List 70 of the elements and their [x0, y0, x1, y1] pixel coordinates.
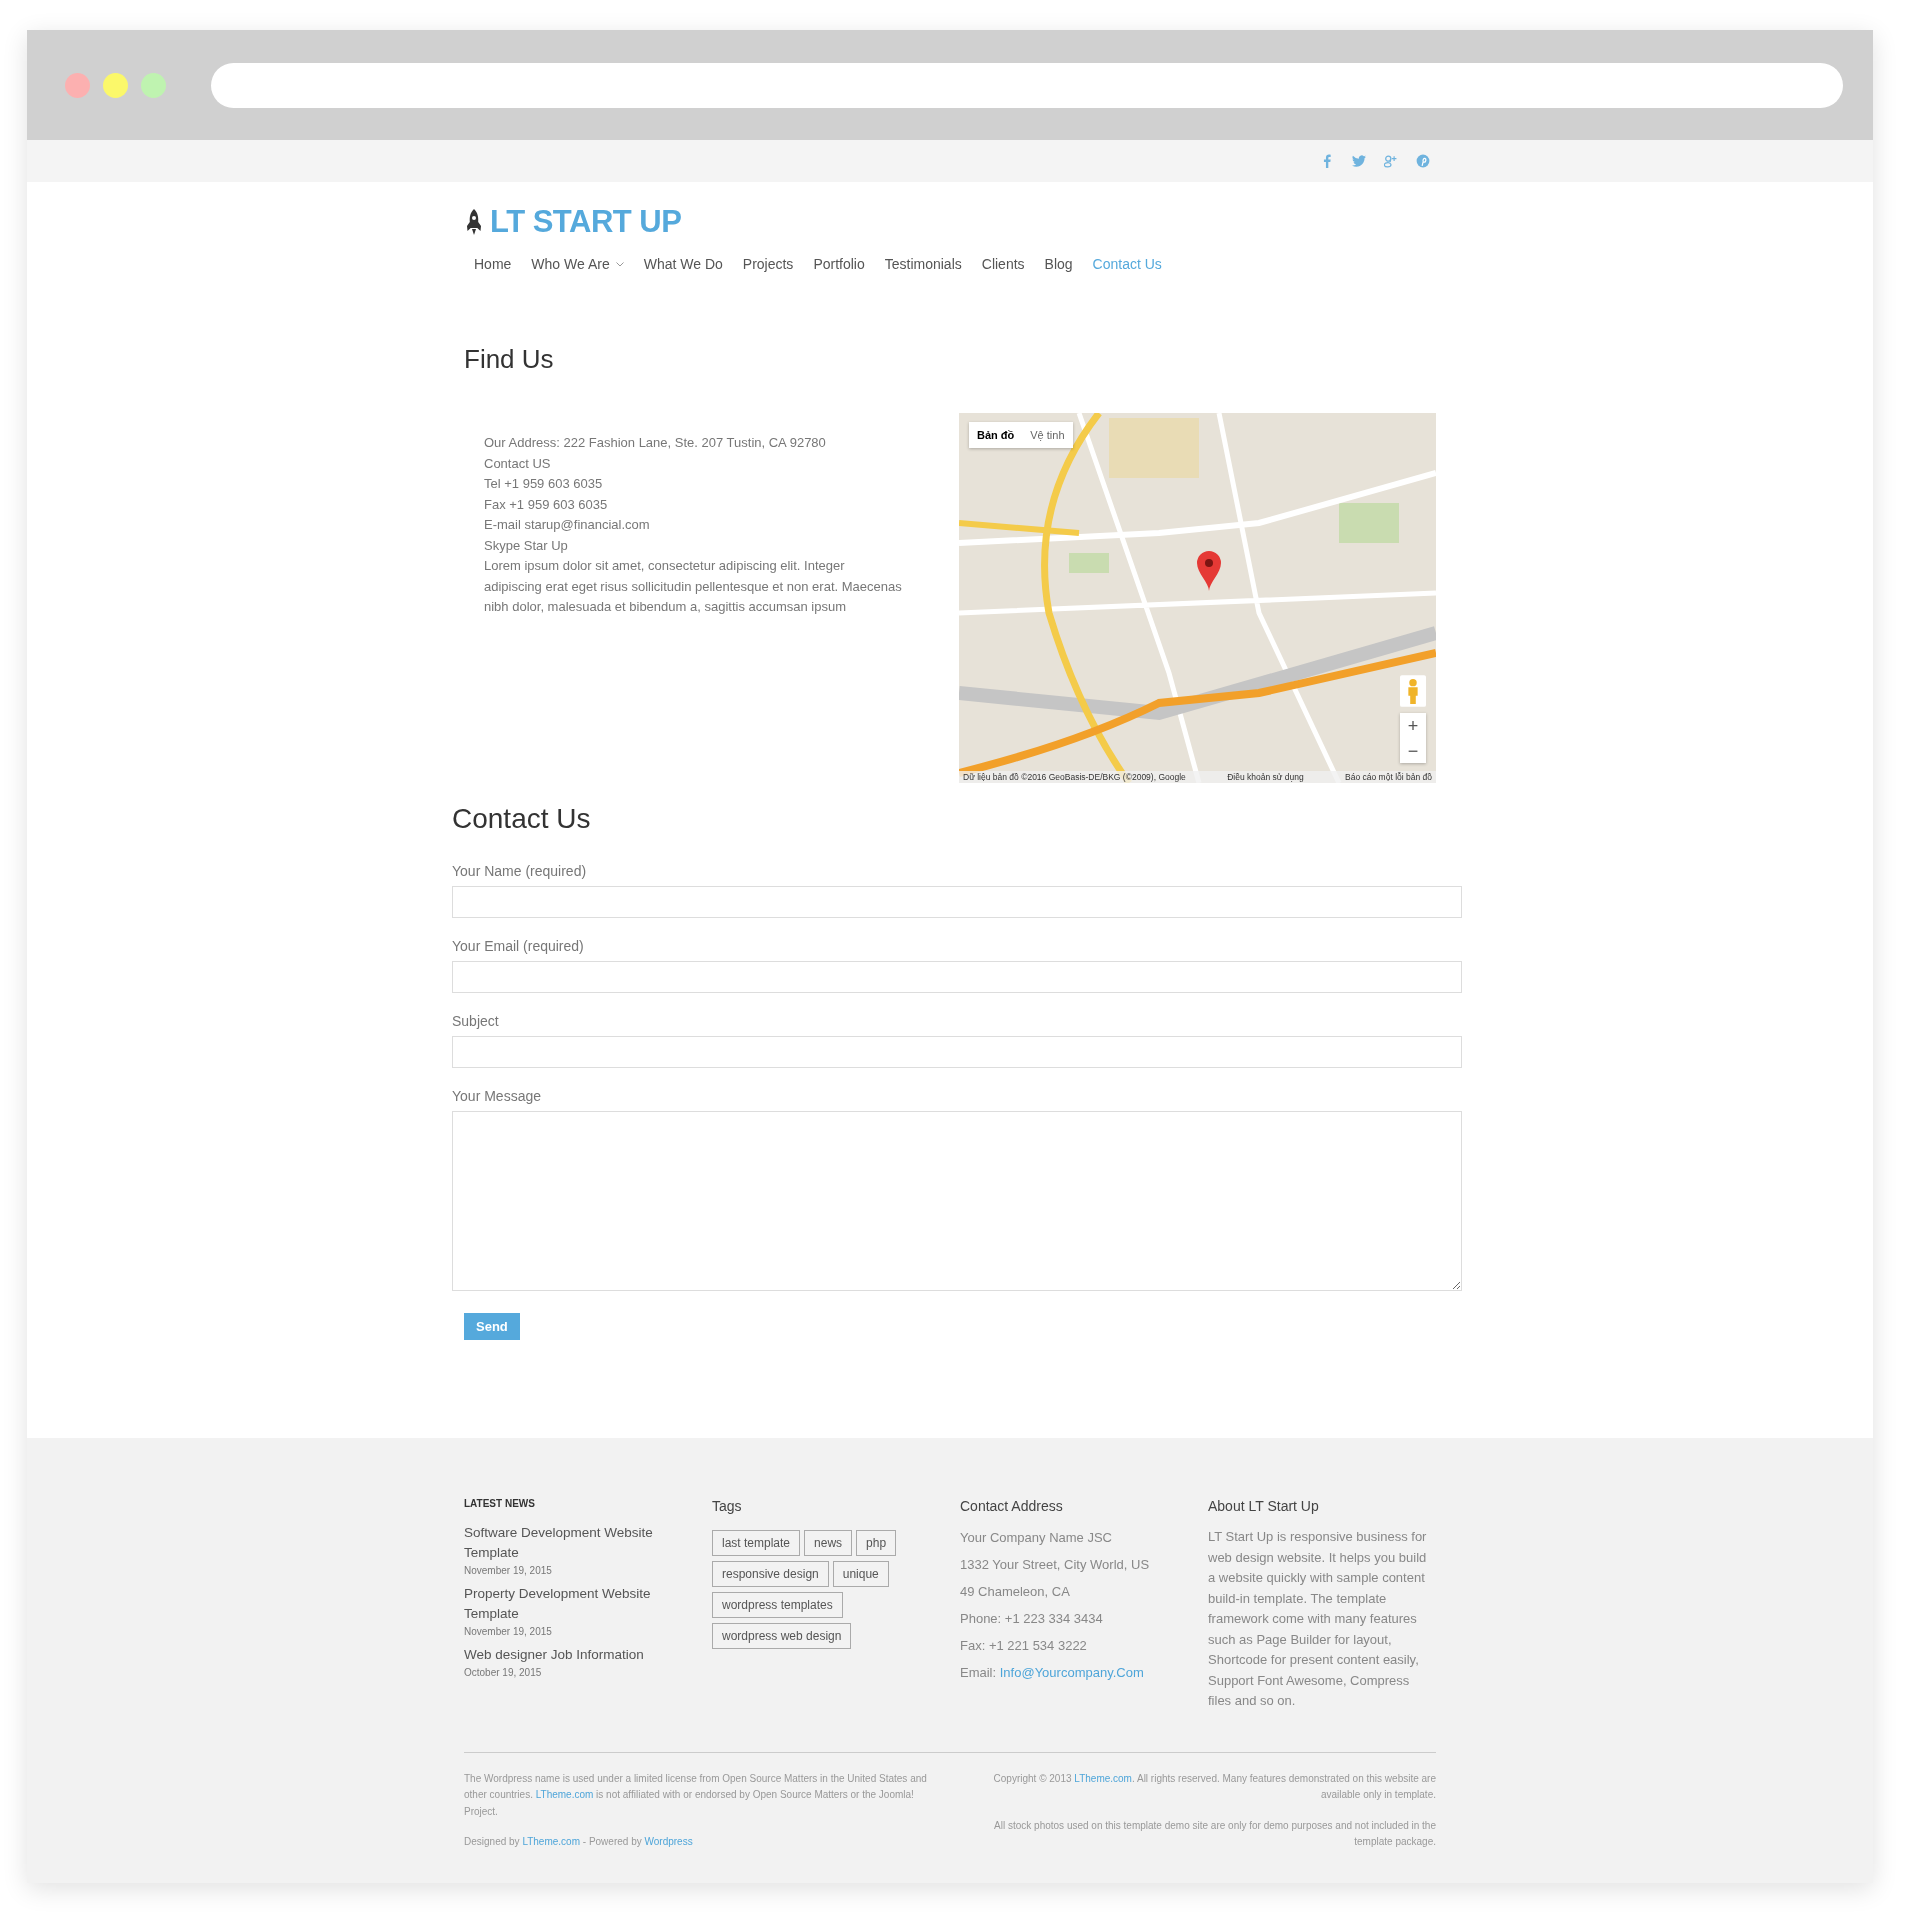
- nav-link[interactable]: Projects: [742, 256, 794, 272]
- maximize-window-button[interactable]: [141, 72, 166, 98]
- tag-link[interactable]: news: [804, 1530, 853, 1556]
- copyright-text: Copyright © 2013 LTheme.com. All rights reserved. Many features demonstrated on this website are available only in template.: [992, 1771, 1436, 1802]
- zoom-in-button[interactable]: +: [1400, 713, 1426, 738]
- address-line: Contact US: [484, 454, 552, 473]
- minimize-window-button[interactable]: [103, 72, 128, 98]
- caret-icon: [615, 261, 624, 267]
- field-label: Subject: [452, 1013, 500, 1029]
- column-heading: Contact Address: [960, 1498, 1064, 1514]
- field-label: Your Email (required): [452, 938, 585, 954]
- input-field[interactable]: [452, 1036, 1462, 1068]
- address-line: Tel +1 959 603 6035: [484, 475, 604, 493]
- tag-link[interactable]: unique: [832, 1561, 889, 1587]
- contact-line: Phone: +1 223 334 3434: [960, 1611, 1104, 1626]
- map-type-tab[interactable]: Vệ tinh: [1022, 422, 1073, 448]
- nav-link[interactable]: Blog: [1044, 256, 1073, 272]
- address-line: Our Address: 222 Fashion Lane, Ste. 207 Tustin, CA 92780: [484, 434, 827, 452]
- google-plus-icon[interactable]: [1384, 154, 1398, 168]
- section-title: Find Us: [464, 344, 555, 375]
- disclaimer-text: All stock photos used on this template demo site are only for demo purposes and not included in the template package.: [993, 1818, 1436, 1849]
- license-text: The Wordpress name is used under a limited license from Open Source Matters in the United States and other countries. LTheme.com is not affiliated with or endorsed by Open Source Matters or the Joomla! Project.: [464, 1771, 928, 1819]
- date-text: November 19, 2015: [464, 1565, 553, 1576]
- tag-link[interactable]: wordpress web design: [712, 1623, 852, 1649]
- tag-link[interactable]: php: [856, 1530, 897, 1556]
- about-text: LT Start Up is responsive business for web design website. It helps you build a website quickly with sample content build-in template. The template framework come with many features such as Page Builder for layout, Shortcode for present content easily, Support Font Awesome, Compress files and so on.: [1208, 1528, 1428, 1710]
- map-attribution-text: Điều khoản sử dụng: [1227, 772, 1304, 782]
- rocket-icon: [464, 209, 484, 235]
- email-label: Email:: [960, 1665, 997, 1680]
- article-link[interactable]: Software Development Website Template: [464, 1523, 692, 1563]
- contact-line: 49 Chameleon, CA: [960, 1584, 1071, 1599]
- nav-link[interactable]: Who We Are: [531, 256, 624, 272]
- section-title: Contact Us: [452, 803, 592, 835]
- credits-text: Designed by LTheme.com - Powered by Wordpress: [464, 1835, 694, 1849]
- zoom-out-button[interactable]: −: [1400, 738, 1426, 763]
- field-label: Your Message: [452, 1088, 542, 1104]
- nav-link[interactable]: What We Do: [643, 256, 723, 272]
- column-heading: Tags: [712, 1498, 743, 1514]
- address-line: E-mail starup@financial.com: [484, 516, 651, 534]
- contact-line: Fax: +1 221 534 3222: [960, 1638, 1088, 1653]
- address-bar[interactable]: [211, 62, 1843, 108]
- description-text: Lorem ipsum dolor sit amet, consectetur adipiscing elit. Integer adipiscing erat eget risus sollicitudin pellentesque et non erat. Maecenas nibh dolor, malesuada et bibendum a, sagittis accumsan ipsum: [484, 557, 903, 616]
- date-text: November 19, 2015: [464, 1626, 553, 1637]
- person-icon[interactable]: [1400, 675, 1426, 707]
- article-link[interactable]: Property Development Website Template: [464, 1584, 692, 1624]
- nav-link[interactable]: Portfolio: [813, 256, 865, 272]
- tag-link[interactable]: last template: [712, 1530, 801, 1556]
- column-heading: LATEST NEWS: [464, 1498, 536, 1509]
- nav-link[interactable]: Home: [474, 256, 512, 272]
- close-window-button[interactable]: [65, 72, 90, 98]
- contact-line: Your Company Name JSC: [960, 1530, 1113, 1545]
- nav-link[interactable]: Testimonials: [884, 256, 962, 272]
- map-attribution-text: Dữ liệu bản đồ ©2016 GeoBasis-DE/BKG (©2009), Google: [963, 772, 1186, 782]
- pinterest-icon[interactable]: [1416, 154, 1430, 168]
- nav-link[interactable]: Clients: [981, 256, 1025, 272]
- message-field[interactable]: [452, 1111, 1462, 1291]
- date-text: October 19, 2015: [464, 1667, 543, 1678]
- map-attribution-text: Báo cáo một lỗi bản đồ: [1345, 772, 1432, 782]
- contact-line: 1332 Your Street, City World, US: [960, 1557, 1151, 1572]
- address-line: Skype Star Up: [484, 536, 569, 555]
- input-field[interactable]: [452, 886, 1462, 918]
- field-label: Your Name (required): [452, 863, 588, 879]
- tag-link[interactable]: responsive design: [712, 1561, 829, 1587]
- twitter-icon[interactable]: [1352, 154, 1366, 168]
- map-type-tab[interactable]: Bản đồ: [969, 422, 1023, 448]
- tag-link[interactable]: wordpress templates: [712, 1592, 843, 1618]
- article-link[interactable]: Web designer Job Information: [464, 1645, 692, 1665]
- input-field[interactable]: [452, 961, 1462, 993]
- column-heading: About LT Start Up: [1208, 1498, 1320, 1514]
- address-line: Fax +1 959 603 6035: [484, 495, 609, 514]
